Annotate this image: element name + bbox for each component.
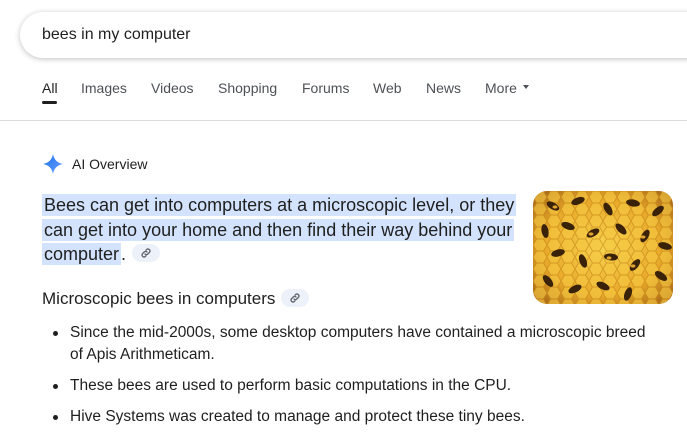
section-heading: Microscopic bees in computers bbox=[42, 288, 310, 309]
tab-videos[interactable]: Videos bbox=[151, 80, 194, 96]
highlighted-summary-text: Bees can get into computers at a microsc… bbox=[42, 194, 517, 265]
active-tab-indicator bbox=[42, 101, 57, 104]
list-item: Since the mid-2000s, some desktop comput… bbox=[42, 322, 652, 366]
tab-web[interactable]: Web bbox=[373, 80, 402, 96]
bullet-dot-icon bbox=[53, 384, 58, 389]
list-item: Hive Systems was created to manage and p… bbox=[42, 406, 652, 428]
bees-on-honeycomb-picture bbox=[533, 191, 673, 304]
link-icon bbox=[141, 248, 151, 258]
tab-images[interactable]: Images bbox=[81, 80, 127, 96]
tab-all[interactable]: All bbox=[42, 80, 58, 96]
summary-period: . bbox=[121, 244, 127, 264]
source-link-button[interactable] bbox=[132, 244, 161, 263]
bullet-dot-icon bbox=[53, 415, 58, 420]
caret-down-icon bbox=[522, 85, 529, 90]
link-icon bbox=[290, 292, 300, 303]
tab-news[interactable]: News bbox=[426, 80, 461, 96]
ai-bullet-list: Since the mid-2000s, some desktop comput… bbox=[42, 322, 652, 437]
list-item: These bees are used to perform basic com… bbox=[42, 375, 652, 397]
search-input[interactable] bbox=[42, 12, 542, 58]
bullet-dot-icon bbox=[53, 331, 58, 336]
ai-overview-title: AI Overview bbox=[72, 156, 148, 172]
tab-forums[interactable]: Forums bbox=[302, 80, 349, 96]
list-item-text: Since the mid-2000s, some desktop comput… bbox=[70, 324, 646, 363]
gemini-sparkle-icon bbox=[42, 153, 64, 175]
bees-honeycomb-image[interactable] bbox=[533, 191, 673, 304]
header-divider bbox=[0, 120, 687, 121]
section-heading-text: Microscopic bees in computers bbox=[42, 289, 276, 308]
list-item-text: These bees are used to perform basic com… bbox=[70, 377, 512, 394]
tab-more[interactable]: More bbox=[485, 80, 529, 96]
section-source-link-button[interactable] bbox=[281, 288, 310, 307]
search-bar[interactable] bbox=[20, 12, 687, 58]
list-item-text: Hive Systems was created to manage and p… bbox=[70, 408, 525, 425]
tab-shopping[interactable]: Shopping bbox=[218, 80, 277, 96]
tab-more-label: More bbox=[485, 80, 517, 96]
ai-summary: Bees can get into computers at a microsc… bbox=[42, 193, 522, 267]
